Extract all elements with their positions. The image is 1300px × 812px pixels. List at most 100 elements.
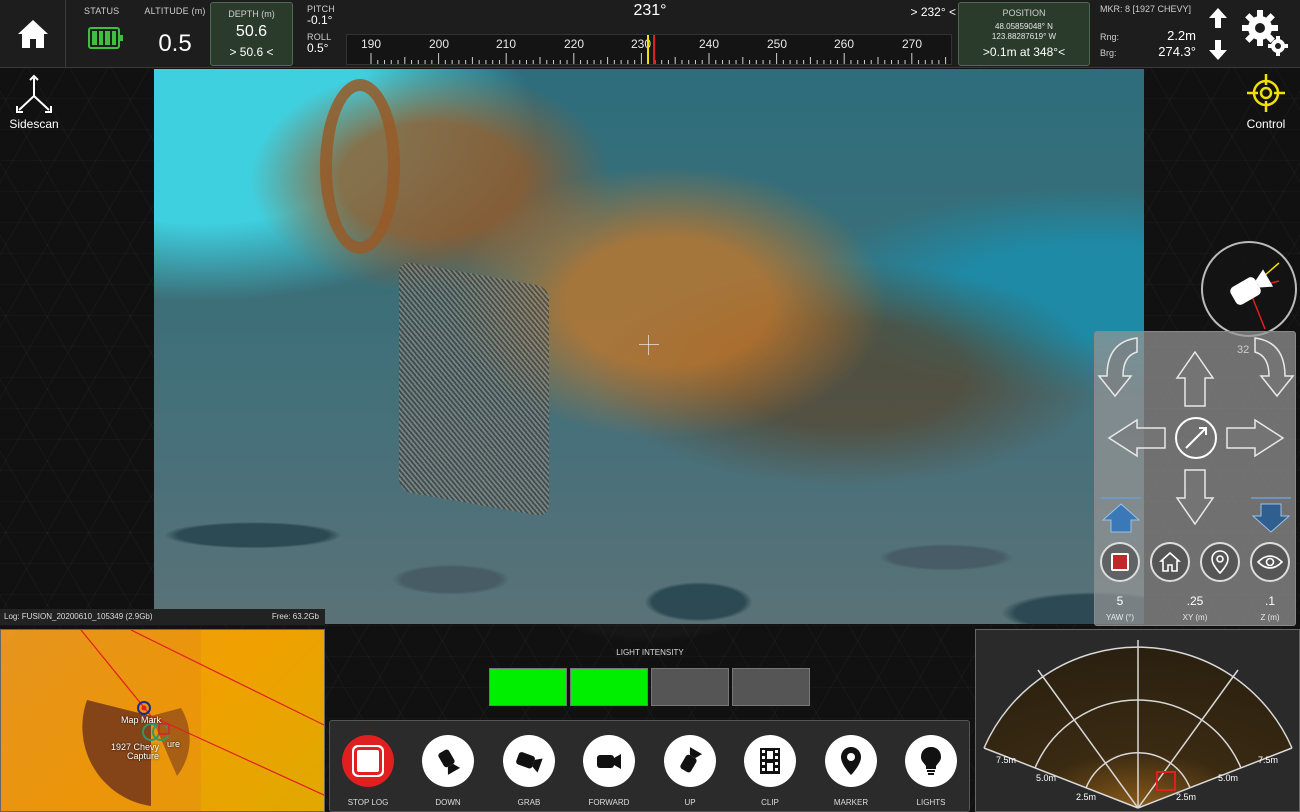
map-label-mark: Map Mark [121,715,162,725]
sonar-range-label: 2.5m [1076,792,1097,802]
arrow-left-icon [1107,418,1166,458]
mini-map[interactable]: Map Mark 1927 Chevy Capture ure [0,629,325,812]
record-stop-icon [1111,553,1129,571]
thruster-control-panel: 32 5 YAW (°) .25 XY (m) .1 Z (m) [1094,331,1296,626]
control-label: Control [1246,117,1286,131]
range-label: Rng: [1100,32,1120,42]
marker-down-button[interactable] [1206,38,1230,62]
bearing-value: 274.3° [1158,44,1196,59]
video-seabed-rocks [154,402,1144,624]
light-intensity-segment[interactable] [570,668,648,706]
camera-tilt-down-icon [438,749,461,775]
ascend-arrow-icon [1101,503,1141,533]
position-label: POSITION [1002,8,1046,18]
grab-label: GRAB [517,798,541,807]
video-camera-icon [597,754,621,769]
compass-strip[interactable]: 190 200 210 220 230 240 250 260 270 [346,34,952,65]
camera-tilt-up-icon [680,747,703,773]
camera-video-feed[interactable] [154,69,1144,624]
control-button[interactable]: Control [1226,72,1300,131]
map-label-capture: Capture [127,751,160,761]
compass-tick-label: 240 [698,37,720,51]
depth-panel[interactable]: DEPTH (m) 50.6 > 50.6 < [210,2,293,66]
view-button[interactable] [1250,542,1290,582]
heading-target-indicator [653,35,655,64]
xy-step-unit: XY (m) [1182,613,1208,622]
bearing-label: Brg: [1100,48,1117,58]
film-strip-icon [760,748,780,774]
location-pin-icon [841,747,861,775]
altitude-value: 0.5 [158,30,192,57]
down-label: DOWN [435,798,461,807]
arrow-forward-icon [1175,350,1215,407]
eye-icon [1257,555,1283,569]
light-intensity-segment[interactable] [732,668,810,706]
z-step-value[interactable]: .1 [1245,594,1295,608]
map-label-capture-2: ure [167,739,181,749]
camera-forward-button[interactable]: FORWARD [577,735,641,807]
forward-label: FORWARD [588,798,630,807]
sonar-range-label: 5.0m [1036,773,1057,783]
position-distance: >0.1m at 348°< [982,45,1066,60]
gear-icon [1242,10,1288,56]
camera-orientation-dial[interactable] [1201,241,1297,337]
yaw-left-icon [1097,337,1138,398]
heading-indicator [647,35,649,64]
go-home-button[interactable] [1150,542,1190,582]
lights-label: LIGHTS [916,798,946,807]
clip-label: CLIP [761,798,779,807]
settings-button[interactable] [1236,4,1294,62]
battery-icon [88,27,123,49]
arrow-back-icon [1175,469,1215,526]
yaw-step-value[interactable]: 5 [1095,594,1145,608]
sonar-range-label: 2.5m [1176,792,1197,802]
waypoint-button[interactable] [1200,542,1240,582]
roll-value: 0.5° [307,41,329,56]
log-status-bar: Log: FUSION_20200610_105349 (2.9Gb) Free… [0,609,325,625]
z-step-unit: Z (m) [1260,613,1280,622]
up-label: UP [684,798,696,807]
depth-value: 50.6 [235,23,268,40]
clip-button[interactable]: CLIP [738,735,802,807]
position-panel[interactable]: POSITION 48.05859048° N 123.88287619° W … [958,2,1090,66]
grab-button[interactable]: GRAB [497,735,561,807]
light-intensity-segment[interactable] [489,668,567,706]
sonar-display[interactable]: 7.5m 5.0m 2.5m 2.5m 5.0m 7.5m [975,629,1300,812]
compass-tick-label: 200 [428,37,450,51]
camera-down-button[interactable]: DOWN [416,735,480,807]
compass-tick-label: 260 [833,37,855,51]
sidescan-button[interactable]: Sidescan [0,74,74,131]
range-value: 2.2m [1167,28,1196,43]
sonar-range-label: 5.0m [1218,773,1239,783]
location-pin-icon [1211,550,1229,574]
arrow-down-icon [1209,40,1227,60]
lights-button[interactable]: LIGHTS [899,735,963,807]
marker-label-text: MARKER [833,798,869,807]
position-lat: 48.05859048° N [995,22,1053,31]
video-crosshair-h [639,344,659,345]
sonar-fan [983,640,1293,809]
log-file-label: Log: FUSION_20200610_105349 (2.9Gb) [4,612,153,621]
yaw-right-icon [1254,337,1295,398]
arrow-up-icon [1209,8,1227,28]
sidescan-icon [16,74,52,113]
sonar-range-label: 7.5m [1258,755,1279,765]
home-icon [1159,551,1181,572]
home-icon [17,20,48,48]
crosshair-target-icon [1247,74,1285,112]
record-button[interactable] [1100,542,1140,582]
sonar-range-label: 7.5m [996,755,1017,765]
marker-button[interactable]: MARKER [819,735,883,807]
camera-up-button[interactable]: UP [658,735,722,807]
pitch-roll-readout: PITCH -0.1° ROLL 0.5° [307,4,347,56]
altitude-label: ALTITUDE (m) [144,6,206,16]
video-spare-wheel [320,79,400,254]
home-button[interactable] [0,0,66,68]
descend-arrow-icon [1251,503,1291,533]
xy-step-value[interactable]: .25 [1170,594,1220,608]
compass-tick-label: 220 [563,37,585,51]
stop-log-button[interactable]: STOP LOG [336,735,400,807]
light-intensity-segment[interactable] [651,668,729,706]
marker-up-button[interactable] [1206,6,1230,30]
stop-log-label: STOP LOG [347,798,389,807]
